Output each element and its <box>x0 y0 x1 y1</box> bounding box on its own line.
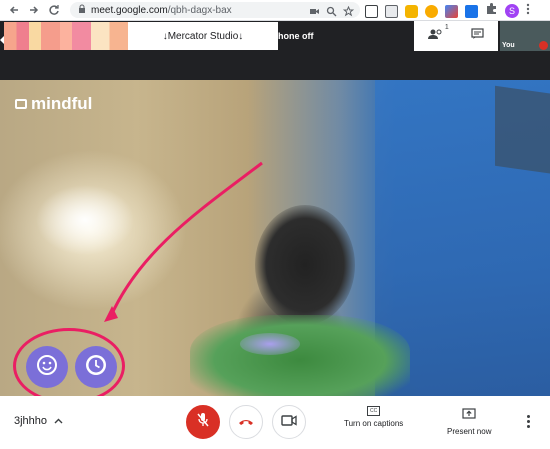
microphone-toggle-button[interactable] <box>186 405 220 439</box>
captions-label: Turn on captions <box>344 419 404 428</box>
present-label: Present now <box>447 427 492 436</box>
video-camera-icon <box>281 413 297 431</box>
captions-button[interactable]: CC Turn on captions <box>344 406 403 428</box>
present-now-button[interactable]: Present now <box>447 406 491 436</box>
meeting-control-bar: 3jhhho CC Turn on captions Present now <box>0 396 550 449</box>
clock-button[interactable] <box>75 346 117 388</box>
leave-call-button[interactable] <box>229 405 263 439</box>
chevron-up-icon <box>54 415 63 427</box>
more-options-icon[interactable] <box>527 415 530 428</box>
meeting-details-button[interactable]: 3jhhho <box>14 415 63 427</box>
present-icon <box>462 406 476 424</box>
mic-off-icon <box>196 412 210 433</box>
emoji-button[interactable] <box>26 346 68 388</box>
smiley-icon <box>36 354 58 381</box>
cc-icon: CC <box>367 406 381 416</box>
hang-up-icon <box>238 413 254 431</box>
meeting-code: 3jhhho <box>14 415 48 427</box>
camera-toggle-button[interactable] <box>272 405 306 439</box>
clock-icon <box>84 353 108 382</box>
